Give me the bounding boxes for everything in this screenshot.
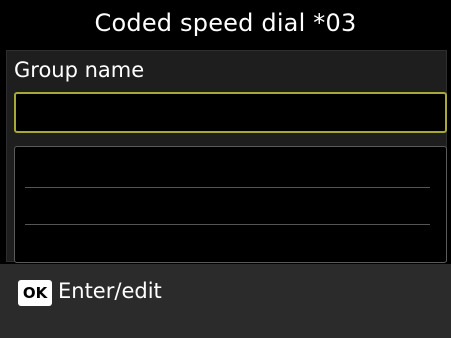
enter-edit-label: Enter/edit <box>58 279 162 303</box>
entry-row-divider <box>25 224 430 225</box>
entry-list[interactable] <box>14 146 447 263</box>
ok-key-icon[interactable]: OK <box>18 280 52 306</box>
printer-lcd-screen: Coded speed dial *03 Group name OK Enter… <box>0 0 451 338</box>
screen-title: Coded speed dial *03 <box>94 9 357 37</box>
entry-row-divider <box>25 187 430 188</box>
group-name-input[interactable] <box>14 92 447 133</box>
screen-title-bar: Coded speed dial *03 <box>0 0 451 46</box>
group-name-label: Group name <box>14 58 145 82</box>
